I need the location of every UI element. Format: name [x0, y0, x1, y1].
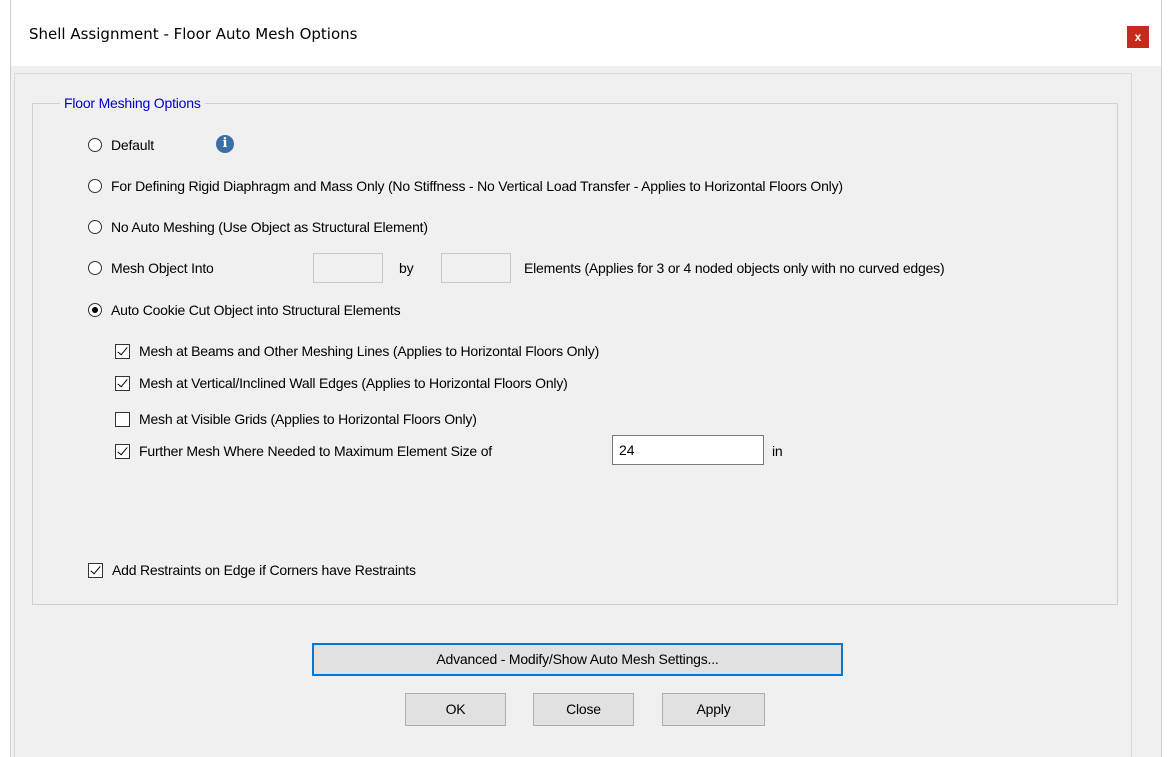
option-mesh-into-label: Mesh Object Into: [111, 260, 214, 276]
checkbox-mesh-at-walls[interactable]: [115, 375, 130, 391]
option-rigid-diaphragm[interactable]: For Defining Rigid Diaphragm and Mass On…: [88, 178, 843, 194]
option-no-auto-label: No Auto Meshing (Use Object as Structura…: [111, 219, 428, 235]
checkbox-add-restraints[interactable]: [88, 562, 103, 578]
mesh-at-walls-label: Mesh at Vertical/Inclined Wall Edges (Ap…: [139, 375, 568, 391]
mesh-into-n2-input[interactable]: [441, 253, 511, 283]
checkbox-mesh-at-grids[interactable]: [115, 411, 130, 427]
option-rigid-label: For Defining Rigid Diaphragm and Mass On…: [111, 178, 843, 194]
mesh-at-grids-label: Mesh at Visible Grids (Applies to Horizo…: [139, 411, 477, 427]
close-button[interactable]: Close: [533, 693, 634, 726]
option-no-auto-meshing[interactable]: No Auto Meshing (Use Object as Structura…: [88, 219, 428, 235]
check-further-mesh[interactable]: Further Mesh Where Needed to Maximum Ele…: [115, 443, 492, 459]
window-title: Shell Assignment - Floor Auto Mesh Optio…: [29, 25, 358, 43]
add-restraints-label: Add Restraints on Edge if Corners have R…: [112, 562, 416, 578]
radio-no-auto-meshing[interactable]: [88, 220, 102, 234]
radio-rigid-diaphragm[interactable]: [88, 179, 102, 193]
max-element-size-input[interactable]: 24: [612, 435, 764, 465]
radio-mesh-object-into[interactable]: [88, 261, 102, 275]
close-icon[interactable]: x: [1127, 26, 1149, 48]
radio-default[interactable]: [88, 138, 102, 152]
check-mesh-at-walls[interactable]: Mesh at Vertical/Inclined Wall Edges (Ap…: [115, 375, 568, 391]
info-icon[interactable]: i: [216, 135, 234, 153]
option-default[interactable]: Default: [88, 137, 154, 153]
mesh-into-suffix-label: Elements (Applies for 3 or 4 noded objec…: [524, 260, 945, 276]
title-bar: Shell Assignment - Floor Auto Mesh Optio…: [11, 0, 1161, 66]
option-auto-cookie-cut[interactable]: Auto Cookie Cut Object into Structural E…: [88, 302, 401, 318]
apply-button[interactable]: Apply: [662, 693, 765, 726]
further-mesh-label: Further Mesh Where Needed to Maximum Ele…: [139, 443, 492, 459]
option-cookie-cut-label: Auto Cookie Cut Object into Structural E…: [111, 302, 401, 318]
check-add-restraints[interactable]: Add Restraints on Edge if Corners have R…: [88, 562, 416, 578]
mesh-at-beams-label: Mesh at Beams and Other Meshing Lines (A…: [139, 343, 600, 359]
checkbox-mesh-at-beams[interactable]: [115, 343, 130, 359]
check-mesh-at-grids[interactable]: Mesh at Visible Grids (Applies to Horizo…: [115, 411, 477, 427]
option-mesh-object-into[interactable]: Mesh Object Into: [88, 260, 214, 276]
radio-auto-cookie-cut[interactable]: [88, 303, 102, 317]
max-element-size-unit: in: [772, 443, 783, 459]
group-title: Floor Meshing Options: [60, 95, 205, 111]
mesh-into-n1-input[interactable]: [313, 253, 383, 283]
option-default-label: Default: [111, 137, 154, 153]
mesh-into-by-label: by: [399, 260, 414, 276]
checkbox-further-mesh[interactable]: [115, 443, 130, 459]
check-mesh-at-beams[interactable]: Mesh at Beams and Other Meshing Lines (A…: [115, 343, 599, 359]
ok-button[interactable]: OK: [405, 693, 506, 726]
advanced-mesh-settings-button[interactable]: Advanced - Modify/Show Auto Mesh Setting…: [312, 643, 843, 676]
